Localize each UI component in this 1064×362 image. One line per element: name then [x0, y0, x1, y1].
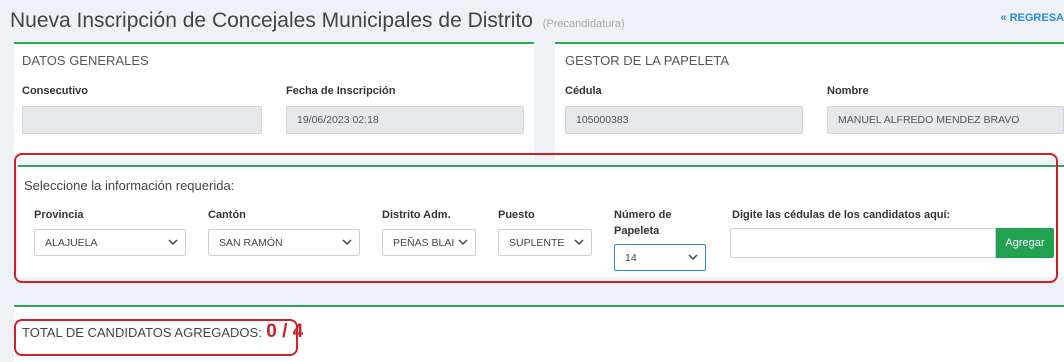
page-title-text: Nueva Inscripción de Concejales Municipa… — [10, 9, 533, 32]
fecha-inscripcion-field: 19/06/2023 02:18 — [286, 106, 524, 134]
fecha-inscripcion-label: Fecha de Inscripción — [286, 85, 396, 97]
consecutivo-field — [22, 106, 262, 134]
datos-generales-panel: DATOS GENERALES Consecutivo Fecha de Ins… — [14, 42, 534, 160]
selection-highlight-box — [14, 153, 1058, 283]
page-subtitle: (Precandidatura) — [542, 18, 625, 30]
back-link[interactable]: « REGRESA — [1000, 12, 1064, 24]
consecutivo-label: Consecutivo — [22, 85, 89, 97]
nombre-field: MANUEL ALFREDO MENDEZ BRAVO — [827, 106, 1064, 134]
nombre-label: Nombre — [827, 85, 869, 97]
gestor-panel: GESTOR DE LA PAPELETA Cédula 105000383 N… — [555, 42, 1064, 160]
total-highlight-box — [14, 319, 298, 356]
cedula-field: 105000383 — [565, 106, 803, 134]
gestor-heading: GESTOR DE LA PAPELETA — [565, 53, 730, 68]
datos-generales-heading: DATOS GENERALES — [22, 53, 149, 68]
cedula-label: Cédula — [565, 85, 602, 97]
page-title: Nueva Inscripción de Concejales Municipa… — [10, 9, 625, 33]
